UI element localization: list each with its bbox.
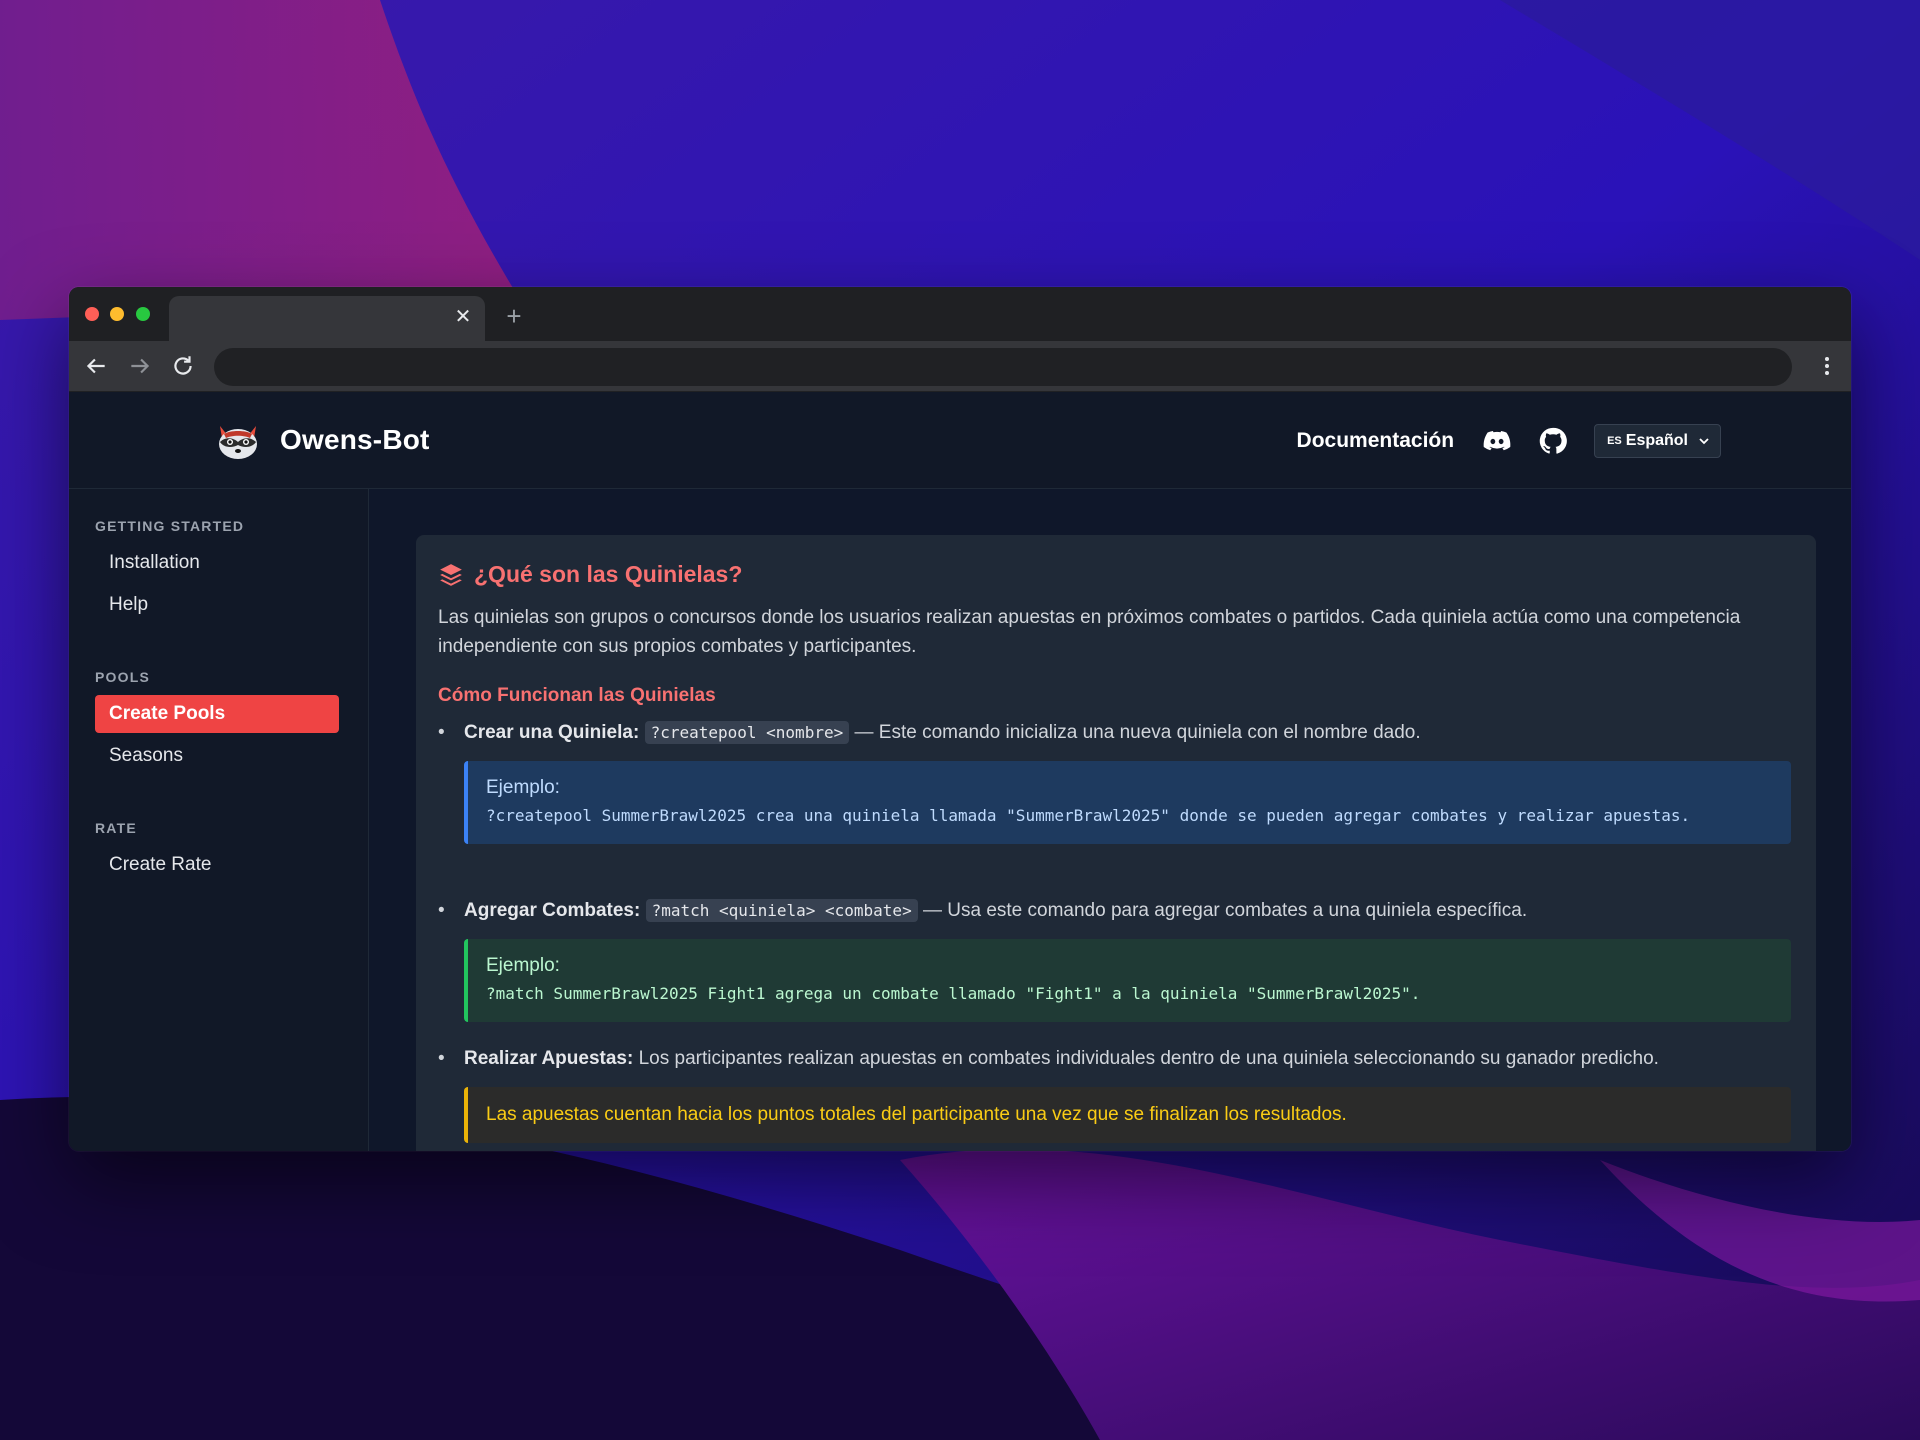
minimize-window-button[interactable]: [110, 307, 124, 321]
kebab-menu-icon: [1825, 357, 1829, 375]
sidebar-section-rate: RATE: [95, 820, 137, 836]
list-item: Realizar Apuestas: Los participantes rea…: [438, 1045, 1798, 1073]
documentation-link[interactable]: Documentación: [1297, 429, 1455, 453]
sidebar-item-create-pools[interactable]: Create Pools: [95, 695, 339, 733]
discord-icon: [1483, 431, 1511, 451]
bullet-text: Los participantes realizan apuestas en c…: [633, 1048, 1659, 1069]
example-code: ?match SummerBrawl2025 Fight1 agrega un …: [486, 984, 1421, 1003]
arrow-left-icon: [86, 358, 105, 374]
example-box: Ejemplo: ?createpool SummerBrawl2025 cre…: [464, 761, 1791, 844]
section-subheading: Cómo Funcionan las Quinielas: [438, 685, 716, 706]
language-selected: Español: [1625, 432, 1688, 449]
bullet-text: — Este comando inicializa una nueva quin…: [849, 722, 1421, 743]
example-label: Ejemplo:: [486, 777, 560, 798]
note-text: Las apuestas cuentan hacia los puntos to…: [486, 1104, 1347, 1125]
chevron-down-icon: [1699, 438, 1709, 445]
reload-icon: [174, 356, 192, 375]
bullet-label: Agregar Combates:: [464, 900, 641, 921]
content-card: ¿Qué son las Quinielas? Las quinielas so…: [416, 535, 1816, 1151]
browser-tab[interactable]: ✕: [169, 296, 485, 341]
inline-code: ?createpool <nombre>: [644, 721, 850, 744]
browser-tab-bar: ✕ +: [69, 287, 1851, 341]
raccoon-logo-icon: [219, 426, 257, 459]
sidebar-item-help[interactable]: Help: [95, 586, 339, 624]
browser-window: ✕ + Owens-Bot Documentación ES Español G…: [69, 287, 1851, 1151]
github-icon: [1539, 427, 1567, 454]
page-title: ¿Qué son las Quinielas?: [438, 561, 742, 588]
example-label: Ejemplo:: [486, 955, 560, 976]
back-button[interactable]: [83, 353, 109, 379]
language-select[interactable]: ES Español: [1594, 424, 1721, 458]
example-box: Ejemplo: ?match SummerBrawl2025 Fight1 a…: [464, 939, 1791, 1022]
bullet-text: — Usa este comando para agregar combates…: [917, 900, 1528, 921]
intro-paragraph: Las quinielas son grupos o concursos don…: [438, 607, 1741, 657]
reload-button[interactable]: [170, 353, 196, 379]
note-box: Las apuestas cuentan hacia los puntos to…: [464, 1087, 1791, 1143]
forward-button[interactable]: [127, 353, 153, 379]
address-bar[interactable]: [214, 348, 1792, 386]
browser-toolbar: [69, 341, 1851, 392]
sidebar-item-installation[interactable]: Installation: [95, 544, 339, 582]
close-window-button[interactable]: [85, 307, 99, 321]
github-link[interactable]: [1538, 426, 1568, 456]
discord-link[interactable]: [1482, 426, 1512, 456]
example-code: ?createpool SummerBrawl2025 crea una qui…: [486, 806, 1691, 825]
header-nav: Documentación ES Español: [1297, 424, 1721, 458]
sidebar-item-create-rate[interactable]: Create Rate: [95, 846, 339, 884]
brand-link[interactable]: Owens-Bot: [214, 416, 430, 464]
language-flag: ES: [1607, 435, 1622, 447]
bullet-label: Crear una Quiniela:: [464, 722, 640, 743]
bullet-label: Realizar Apuestas:: [464, 1048, 634, 1069]
sidebar-item-seasons[interactable]: Seasons: [95, 737, 339, 775]
sidebar: GETTING STARTED Installation Help POOLS …: [69, 489, 369, 1151]
page-title-text: ¿Qué son las Quinielas?: [474, 561, 743, 587]
arrow-right-icon: [131, 358, 150, 374]
list-item: Crear una Quiniela: ?createpool <nombre>…: [438, 719, 1798, 747]
brand-name: Owens-Bot: [280, 424, 430, 455]
layers-icon: [440, 563, 462, 586]
maximize-window-button[interactable]: [136, 307, 150, 321]
list-item: Agregar Combates: ?match <quiniela> <com…: [438, 897, 1798, 925]
tab-close-icon[interactable]: ✕: [453, 307, 473, 327]
web-page: Owens-Bot Documentación ES Español GETTI…: [69, 392, 1851, 1151]
new-tab-button[interactable]: +: [499, 301, 529, 331]
browser-menu-button[interactable]: [1817, 353, 1837, 379]
main-content: ¿Qué son las Quinielas? Las quinielas so…: [369, 489, 1851, 1151]
inline-code: ?match <quiniela> <combate>: [645, 899, 918, 922]
sidebar-section-pools: POOLS: [95, 669, 151, 685]
site-header: Owens-Bot Documentación ES Español: [69, 392, 1851, 489]
sidebar-section-getting-started: GETTING STARTED: [95, 518, 245, 534]
